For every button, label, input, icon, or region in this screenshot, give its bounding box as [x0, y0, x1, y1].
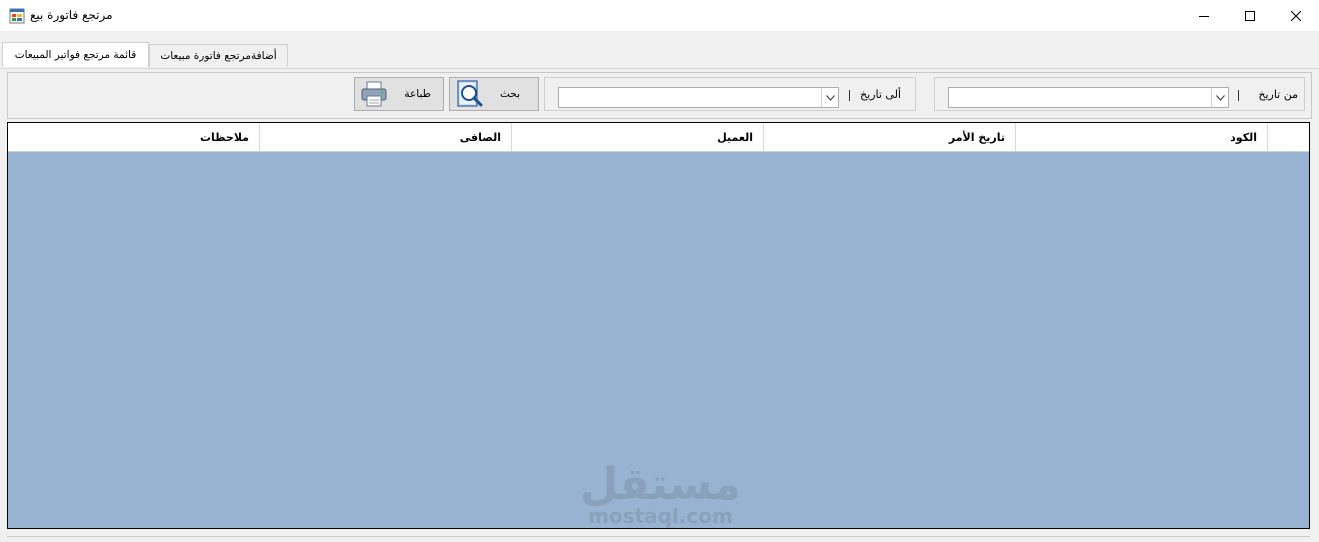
- tab-add-sales-return[interactable]: أضافةمرتجع فاتورة مبيعات: [149, 44, 288, 67]
- to-date-label: ألى تاريخ: [860, 88, 901, 101]
- app-form-icon[interactable]: [9, 8, 25, 24]
- tab-label: قائمة مرتجع فواتير المبيعات: [14, 49, 137, 61]
- column-header-customer[interactable]: العميل: [512, 123, 764, 151]
- to-date-group: ألى تاريخ: [544, 77, 916, 111]
- column-header-code[interactable]: الكود: [1016, 123, 1268, 151]
- maximize-icon: [1245, 10, 1255, 21]
- close-button[interactable]: [1273, 0, 1319, 31]
- column-header-label: ملاحظات: [200, 130, 249, 144]
- separator: [849, 90, 850, 101]
- minimize-button[interactable]: [1181, 0, 1227, 31]
- to-date-dropdown[interactable]: [558, 87, 839, 108]
- title-bar: مرتجع فاتورة بيع: [0, 0, 1319, 31]
- search-button-label: بحث: [499, 88, 520, 100]
- from-date-dropdown[interactable]: [948, 87, 1229, 108]
- print-button[interactable]: طباعة: [354, 77, 444, 111]
- table-header: الكود تاريخ الأمر العميل الصافى ملاحظات: [8, 123, 1309, 152]
- column-header-label: الكود: [1230, 130, 1257, 144]
- tab-label: أضافةمرتجع فاتورة مبيعات: [160, 50, 277, 62]
- maximize-button[interactable]: [1227, 0, 1273, 31]
- printer-icon: [359, 79, 389, 109]
- chevron-down-icon[interactable]: [821, 88, 838, 107]
- window-title: مرتجع فاتورة بيع: [30, 8, 113, 22]
- column-header-net[interactable]: الصافى: [260, 123, 512, 151]
- tab-sales-returns-list[interactable]: قائمة مرتجع فواتير المبيعات: [2, 42, 149, 67]
- from-date-label: من تاريخ: [1258, 88, 1298, 101]
- minimize-icon: [1199, 11, 1209, 21]
- tab-strip: قائمة مرتجع فواتير المبيعات أضافةمرتجع ف…: [0, 31, 1319, 69]
- column-header-label: العميل: [717, 130, 753, 144]
- row-header-corner: [1268, 123, 1309, 151]
- column-header-label: تاريخ الأمر: [948, 130, 1005, 144]
- column-header-notes[interactable]: ملاحظات: [8, 123, 260, 151]
- separator: [1238, 90, 1239, 101]
- close-icon: [1291, 10, 1301, 21]
- search-button[interactable]: بحث: [449, 77, 539, 111]
- from-date-group: من تاريخ: [934, 77, 1305, 111]
- sales-returns-table[interactable]: الكود تاريخ الأمر العميل الصافى ملاحظات: [7, 122, 1310, 529]
- print-button-label: طباعة: [404, 88, 431, 100]
- magnifier-document-icon: [455, 79, 485, 109]
- chevron-down-icon[interactable]: [1211, 88, 1228, 107]
- bottom-divider: [7, 536, 1310, 537]
- filter-panel: من تاريخ ألى تاريخ بحث طباعة: [7, 72, 1312, 119]
- column-header-label: الصافى: [459, 130, 501, 144]
- column-header-order-date[interactable]: تاريخ الأمر: [764, 123, 1016, 151]
